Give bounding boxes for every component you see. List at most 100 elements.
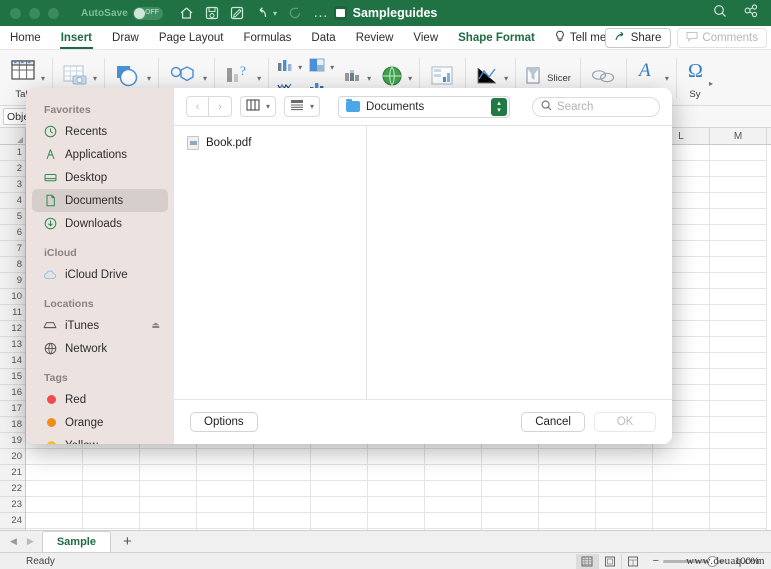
row-header-4[interactable]: 4 <box>0 193 25 209</box>
grid-cell-J24[interactable] <box>539 513 596 529</box>
row-header-20[interactable]: 20 <box>0 449 25 465</box>
row-header-6[interactable]: 6 <box>0 225 25 241</box>
search-field[interactable]: Search <box>532 96 660 117</box>
row-header-13[interactable]: 13 <box>0 337 25 353</box>
comments-button[interactable]: Comments <box>677 27 767 48</box>
grid-cell-J21[interactable] <box>539 465 596 481</box>
row-header-24[interactable]: 24 <box>0 513 25 529</box>
grid-cell-M10[interactable] <box>710 289 767 305</box>
grid-cell-B24[interactable] <box>83 513 140 529</box>
grid-cell-G20[interactable] <box>368 449 425 465</box>
table-chevron-down-icon[interactable]: ▾ <box>41 74 45 83</box>
link-button[interactable] <box>587 66 619 91</box>
sidebar-item-itunes[interactable]: iTunes ⏏ <box>32 314 168 337</box>
column-header-M[interactable]: M <box>710 128 767 144</box>
grid-cell-J20[interactable] <box>539 449 596 465</box>
grid-cell-I21[interactable] <box>482 465 539 481</box>
grid-cell-D21[interactable] <box>197 465 254 481</box>
file-list-column[interactable]: Book.pdf <box>174 126 367 399</box>
view-mode-button[interactable]: ▾ <box>240 96 277 117</box>
row-header-23[interactable]: 23 <box>0 497 25 513</box>
grid-cell-J23[interactable] <box>539 497 596 513</box>
view-mode-chevron-down-icon[interactable]: ▾ <box>266 102 270 111</box>
grid-cell-A21[interactable] <box>26 465 83 481</box>
grid-cell-E24[interactable] <box>254 513 311 529</box>
grid-cell-G22[interactable] <box>368 481 425 497</box>
grid-cell-C21[interactable] <box>140 465 197 481</box>
row-header-7[interactable]: 7 <box>0 241 25 257</box>
grid-cell-M14[interactable] <box>710 353 767 369</box>
row-header-9[interactable]: 9 <box>0 273 25 289</box>
grid-cell-G24[interactable] <box>368 513 425 529</box>
grid-cell-C20[interactable] <box>140 449 197 465</box>
forward-button[interactable]: › <box>209 96 232 117</box>
grid-cell-K21[interactable] <box>596 465 653 481</box>
tab-insert[interactable]: Insert <box>51 26 102 50</box>
sheet-prev-icon[interactable]: ◀ <box>10 536 17 547</box>
path-stepper-icon[interactable]: ▴ ▾ <box>491 97 508 116</box>
grid-cell-D24[interactable] <box>197 513 254 529</box>
grid-cell-M20[interactable] <box>710 449 767 465</box>
tab-shape-format[interactable]: Shape Format <box>448 26 545 50</box>
grid-cell-B20[interactable] <box>83 449 140 465</box>
grid-cell-E20[interactable] <box>254 449 311 465</box>
sidebar-item-network[interactable]: Network <box>32 337 168 360</box>
group-by-button[interactable]: ▾ <box>284 96 321 117</box>
grid-cell-M12[interactable] <box>710 321 767 337</box>
back-button[interactable]: ‹ <box>186 96 209 117</box>
add-sheet-button[interactable]: + <box>123 533 132 550</box>
grid-cell-H24[interactable] <box>425 513 482 529</box>
row-header-10[interactable]: 10 <box>0 289 25 305</box>
titlebar-right-icons[interactable] <box>713 3 759 23</box>
grid-cell-L24[interactable] <box>653 513 710 529</box>
sheet-next-icon[interactable]: ▶ <box>27 536 34 547</box>
sparklines-chevron-down-icon[interactable]: ▾ <box>504 74 508 83</box>
tab-formulas[interactable]: Formulas <box>233 26 301 50</box>
grid-cell-M11[interactable] <box>710 305 767 321</box>
grid-cell-I23[interactable] <box>482 497 539 513</box>
dialog-sidebar[interactable]: Favorites Recents Applications Desktop D… <box>26 88 174 444</box>
row-header-19[interactable]: 19 <box>0 433 25 449</box>
shapes-chevron-down-icon[interactable]: ▾ <box>147 74 151 83</box>
grid-cell-I20[interactable] <box>482 449 539 465</box>
grid-cell-M8[interactable] <box>710 257 767 273</box>
grid-cell-K24[interactable] <box>596 513 653 529</box>
grid-cell-J22[interactable] <box>539 481 596 497</box>
grid-cell-A20[interactable] <box>26 449 83 465</box>
grid-cell-H22[interactable] <box>425 481 482 497</box>
grid-cell-I22[interactable] <box>482 481 539 497</box>
row-header-14[interactable]: 14 <box>0 353 25 369</box>
sheet-nav-arrows[interactable]: ◀ ▶ <box>10 536 34 547</box>
text-chevron-down-icon[interactable]: ▾ <box>665 74 669 83</box>
grid-cell-I24[interactable] <box>482 513 539 529</box>
options-button[interactable]: Options <box>190 412 258 432</box>
grid-cell-F24[interactable] <box>311 513 368 529</box>
row-header-1[interactable]: 1 <box>0 145 25 161</box>
map-chart-chevron-down-icon[interactable]: ▾ <box>408 74 412 83</box>
grid-cell-H20[interactable] <box>425 449 482 465</box>
row-header-15[interactable]: 15 <box>0 369 25 385</box>
cancel-button[interactable]: Cancel <box>521 412 585 432</box>
sidebar-item-desktop[interactable]: Desktop <box>32 166 168 189</box>
grid-cell-K20[interactable] <box>596 449 653 465</box>
grid-cell-M21[interactable] <box>710 465 767 481</box>
grid-cell-F22[interactable] <box>311 481 368 497</box>
grid-cell-D20[interactable] <box>197 449 254 465</box>
row-header-16[interactable]: 16 <box>0 385 25 401</box>
eject-icon[interactable]: ⏏ <box>151 320 160 331</box>
nav-buttons[interactable]: ‹ › <box>186 96 232 117</box>
grid-cell-B22[interactable] <box>83 481 140 497</box>
zoom-out-button[interactable]: − <box>653 555 659 567</box>
grid-cell-A24[interactable] <box>26 513 83 529</box>
grid-cell-L23[interactable] <box>653 497 710 513</box>
recommended-charts-chevron-down-icon[interactable]: ▾ <box>257 74 261 83</box>
column-chart-chevron-down-icon[interactable]: ▾ <box>298 63 302 72</box>
symbol-button[interactable]: Ω Sy <box>683 57 707 100</box>
grid-cell-M7[interactable] <box>710 241 767 257</box>
grid-cell-M5[interactable] <box>710 209 767 225</box>
grid-cell-A23[interactable] <box>26 497 83 513</box>
grid-cell-M18[interactable] <box>710 417 767 433</box>
screenshot-chevron-down-icon[interactable]: ▾ <box>93 74 97 83</box>
search-icon[interactable] <box>713 4 727 23</box>
sidebar-item-downloads[interactable]: Downloads <box>32 212 168 235</box>
